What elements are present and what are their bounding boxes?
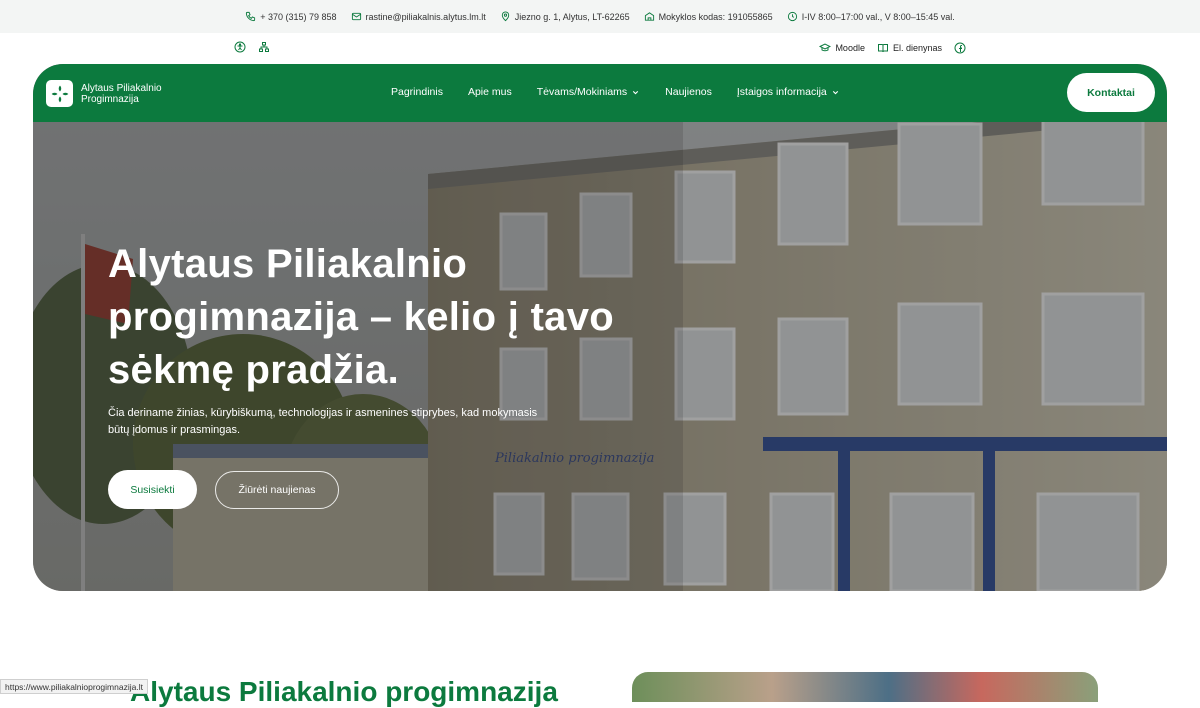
hero-section: Piliakalnio progimnazija Alytaus Piliaka… (33, 64, 1167, 591)
hero-subtitle: Čia deriname žinias, kūrybiškumą, techno… (108, 407, 538, 436)
hours-text: I-IV 8:00–17:00 val., V 8:00–15:45 val. (801, 11, 955, 22)
diary-label: El. dienynas (892, 43, 942, 53)
nav-parents-label: Tėvams/Mokiniams (536, 86, 628, 98)
nav-news[interactable]: Naujienos (665, 86, 712, 98)
address-item[interactable]: Jiezno g. 1, Alytus, LT-62265 (500, 11, 630, 22)
nav-home-label: Pagrindinis (391, 86, 443, 98)
mail-icon (351, 12, 361, 21)
nav-info[interactable]: Įstaigos informacija (737, 86, 840, 98)
facebook-icon[interactable] (954, 42, 966, 54)
nav-parents[interactable]: Tėvams/Mokiniams (537, 86, 640, 98)
top-contact-bar: + 370 (315) 79 858 rastine@piliakalnis.a… (0, 0, 1200, 33)
sitemap-icon[interactable] (258, 41, 270, 53)
nav-home[interactable]: Pagrindinis (391, 86, 443, 98)
nav-about[interactable]: Apie mus (468, 86, 512, 98)
moodle-link[interactable]: Moodle (819, 42, 865, 54)
clock-icon (787, 11, 797, 22)
book-icon (877, 44, 888, 53)
section-photo (632, 672, 1098, 702)
location-pin-icon (501, 11, 509, 22)
logo-emblem-icon (46, 80, 73, 107)
chevron-down-icon (832, 90, 838, 94)
email-text: rastine@piliakalnis.alytus.lm.lt (365, 11, 486, 22)
site-logo[interactable]: Alytaus Piliakalnio Progimnazija (46, 80, 162, 107)
utility-bar: Moodle El. dienynas (0, 33, 1200, 63)
logo-line-2: Progimnazija (81, 93, 139, 105)
main-menu: Pagrindinis Apie mus Tėvams/Mokiniams Na… (391, 86, 840, 98)
contacts-button[interactable]: Kontaktai (1067, 73, 1155, 112)
hours-item: I-IV 8:00–17:00 val., V 8:00–15:45 val. (787, 11, 955, 22)
hero-title: Alytaus Piliakalnio progimnazija – kelio… (108, 242, 615, 392)
phone-item[interactable]: + 370 (315) 79 858 (245, 11, 337, 22)
address-text: Jiezno g. 1, Alytus, LT-62265 (514, 11, 630, 22)
school-code-text: Mokyklos kodas: 191055865 (658, 11, 773, 22)
graduation-cap-icon (819, 43, 832, 52)
moodle-label: Moodle (835, 43, 865, 53)
school-code-item: Mokyklos kodas: 191055865 (644, 11, 773, 22)
section-title: Alytaus Piliakalnio progimnazija (130, 676, 558, 707)
nav-news-label: Naujienos (665, 86, 712, 98)
nav-info-label: Įstaigos informacija (736, 86, 827, 98)
phone-icon (246, 11, 256, 22)
status-url-tooltip: https://www.piliakalnioprogimnazija.lt (0, 679, 148, 694)
school-building-icon (644, 12, 654, 21)
nav-about-label: Apie mus (467, 86, 512, 98)
chevron-down-icon (633, 90, 639, 94)
view-news-button[interactable]: Žiūrėti naujienas (215, 471, 339, 509)
contact-cta-button[interactable]: Susisiekti (108, 470, 197, 509)
email-item[interactable]: rastine@piliakalnis.alytus.lm.lt (351, 11, 486, 22)
logo-line-1: Alytaus Piliakalnio (81, 82, 162, 94)
diary-link[interactable]: El. dienynas (877, 42, 942, 54)
accessibility-icon[interactable] (234, 41, 246, 53)
phone-text: + 370 (315) 79 858 (260, 11, 337, 22)
main-navbar: Alytaus Piliakalnio Progimnazija Pagrind… (33, 64, 1167, 122)
